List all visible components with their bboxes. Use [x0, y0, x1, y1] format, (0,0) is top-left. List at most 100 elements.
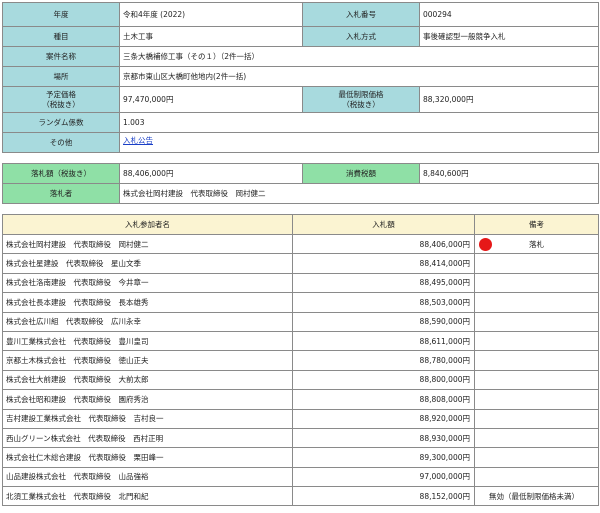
bid-amount-cell: 88,590,000円: [292, 311, 475, 332]
bidder-name-cell: 株式会社大前建設 代表取締役 大前太郎: [2, 369, 293, 391]
random-coefficient-value: 1.003: [119, 112, 599, 133]
table-row: 吉村建設工業株式会社 代表取締役 吉村良一 88,920,000円: [2, 408, 599, 429]
bidder-name-cell: 株式会社星建設 代表取締役 星山文季: [2, 253, 293, 274]
bid-number-label: 入札番号: [302, 2, 420, 27]
bid-amount-cell: 88,611,000円: [292, 330, 475, 352]
tax-amount-label: 消費税額: [302, 163, 420, 184]
bidder-name-cell: 豊川工業株式会社 代表取締役 豊川皇司: [2, 330, 293, 352]
tax-amount-value: 8,840,600円: [419, 163, 599, 184]
minimum-price-label: 最低制限価格 （税抜き）: [302, 86, 420, 113]
estimated-price-value: 97,470,000円: [119, 86, 303, 113]
remarks-text: [476, 255, 598, 272]
bidder-name-cell: 株式会社広川組 代表取締役 広川永幸: [2, 311, 293, 332]
remarks-text: [476, 352, 598, 369]
category-value: 土木工事: [119, 26, 303, 47]
fiscal-year-label: 年度: [2, 2, 120, 27]
remarks-text: [476, 429, 598, 446]
minimum-price-label-line2: （税抜き）: [342, 99, 380, 109]
bidder-name-cell: 山品建設株式会社 代表取締役 山品強裕: [2, 466, 293, 488]
remarks-header: 備考: [474, 214, 599, 235]
remarks-text: [476, 332, 598, 349]
remarks-text: [476, 274, 598, 291]
bid-number-value: 000294: [419, 2, 599, 27]
winner-value: 株式会社岡村建設 代表取締役 岡村健二: [119, 183, 599, 204]
remarks-cell: 落札: [474, 233, 599, 255]
remarks-cell: [474, 292, 599, 313]
project-info-table: 年度 令和4年度 (2022) 入札番号 000294 種目 土木工事 入札方式…: [2, 2, 599, 153]
location-label: 場所: [2, 66, 120, 87]
estimated-price-label: 予定価格 （税抜き）: [2, 86, 120, 113]
estimated-price-label-line2: （税抜き）: [42, 99, 80, 109]
award-amount-value: 88,406,000円: [119, 163, 303, 184]
random-coefficient-label: ランダム係数: [2, 112, 120, 133]
remarks-cell: [474, 253, 599, 274]
remarks-cell: [474, 272, 599, 294]
table-row: 豊川工業株式会社 代表取締役 豊川皇司 88,611,000円: [2, 330, 599, 352]
bid-method-label: 入札方式: [302, 26, 420, 47]
bid-notice-link[interactable]: 入札公告: [123, 136, 153, 145]
bidder-name-cell: 株式会社岡村建設 代表取締役 岡村健二: [2, 233, 293, 255]
project-name-value: 三条大橋補修工事（その１）（2件一括）: [119, 46, 599, 67]
table-row: 株式会社長本建設 代表取締役 長本雄秀 88,503,000円: [2, 292, 599, 313]
remarks-text: [476, 391, 598, 408]
bid-amount-cell: 88,930,000円: [292, 427, 475, 449]
remarks-cell: [474, 311, 599, 332]
bid-amount-cell: 88,920,000円: [292, 408, 475, 429]
estimated-price-label-line1: 予定価格: [46, 89, 76, 99]
minimum-price-value: 88,320,000円: [419, 86, 599, 113]
remarks-text: [476, 410, 598, 427]
table-row: 北須工業株式会社 代表取締役 北門和紀 88,152,000円 無効（最低制限価格未…: [2, 486, 599, 507]
project-name-label: 案件名称: [2, 46, 120, 67]
bidder-name-cell: 吉村建設工業株式会社 代表取締役 吉村良一: [2, 408, 293, 429]
other-value: 入札公告: [119, 132, 599, 153]
bidder-name-cell: 西山グリーン株式会社 代表取締役 西村正明: [2, 427, 293, 449]
remarks-cell: 無効（最低制限価格未満）: [474, 486, 599, 507]
bidder-name-cell: 株式会社昭和建設 代表取締役 園府秀治: [2, 389, 293, 410]
remarks-text: [476, 449, 598, 466]
table-row: 株式会社大前建設 代表取締役 大前太郎 88,800,000円: [2, 369, 599, 391]
bidders-table: 入札参加者名 入札額 備考 株式会社岡村建設 代表取締役 岡村健二 88,406,…: [2, 214, 599, 507]
remarks-cell: [474, 408, 599, 429]
remarks-cell: [474, 330, 599, 352]
remarks-text: 落札: [529, 240, 544, 249]
bid-amount-cell: 88,406,000円: [292, 233, 475, 255]
bid-amount-cell: 88,780,000円: [292, 350, 475, 371]
award-table: 落札額（税抜き） 88,406,000円 消費税額 8,840,600円 落札者…: [2, 163, 599, 204]
bidder-name-cell: 株式会社仁木総合建設 代表取締役 栗田峰一: [2, 447, 293, 468]
bid-amount-header: 入札額: [292, 214, 475, 235]
remarks-cell: [474, 350, 599, 371]
bid-amount-cell: 88,503,000円: [292, 292, 475, 313]
bid-amount-cell: 88,152,000円: [292, 486, 475, 507]
remarks-cell: [474, 427, 599, 449]
table-row: 株式会社星建設 代表取締役 星山文季 88,414,000円: [2, 253, 599, 274]
bidder-name-cell: 京都土木株式会社 代表取締役 徳山正夫: [2, 350, 293, 371]
remarks-text: [476, 294, 598, 311]
remarks-cell: [474, 466, 599, 488]
bidder-name-cell: 株式会社洛南建設 代表取締役 今井章一: [2, 272, 293, 294]
bidder-name-cell: 北須工業株式会社 代表取締役 北門和紀: [2, 486, 293, 507]
table-row: 株式会社仁木総合建設 代表取締役 栗田峰一 89,300,000円: [2, 447, 599, 468]
location-value: 京都市東山区大橋町他地内(2件一括): [119, 66, 599, 87]
remarks-text: [476, 371, 598, 388]
winner-label: 落札者: [2, 183, 120, 204]
remarks-cell: [474, 389, 599, 410]
table-row: 株式会社洛南建設 代表取締役 今井章一 88,495,000円: [2, 272, 599, 294]
bid-amount-cell: 88,800,000円: [292, 369, 475, 391]
award-amount-label: 落札額（税抜き）: [2, 163, 120, 184]
bidder-name-cell: 株式会社長本建設 代表取締役 長本雄秀: [2, 292, 293, 313]
table-row: 株式会社昭和建設 代表取締役 園府秀治 88,808,000円: [2, 389, 599, 410]
table-row: 株式会社広川組 代表取締役 広川永幸 88,590,000円: [2, 311, 599, 332]
bid-amount-cell: 89,300,000円: [292, 447, 475, 468]
remarks-cell: [474, 369, 599, 391]
other-label: その他: [2, 132, 120, 153]
table-row: 西山グリーン株式会社 代表取締役 西村正明 88,930,000円: [2, 427, 599, 449]
bid-amount-cell: 88,495,000円: [292, 272, 475, 294]
minimum-price-label-line1: 最低制限価格: [338, 89, 384, 99]
remarks-text: [476, 468, 598, 485]
table-row: 京都土木株式会社 代表取締役 徳山正夫 88,780,000円: [2, 350, 599, 371]
remarks-text: 無効（最低制限価格未満）: [489, 492, 579, 502]
category-label: 種目: [2, 26, 120, 47]
table-row: 山品建設株式会社 代表取締役 山品強裕 97,000,000円: [2, 466, 599, 488]
remarks-cell: [474, 447, 599, 468]
bidder-name-header: 入札参加者名: [2, 214, 293, 235]
